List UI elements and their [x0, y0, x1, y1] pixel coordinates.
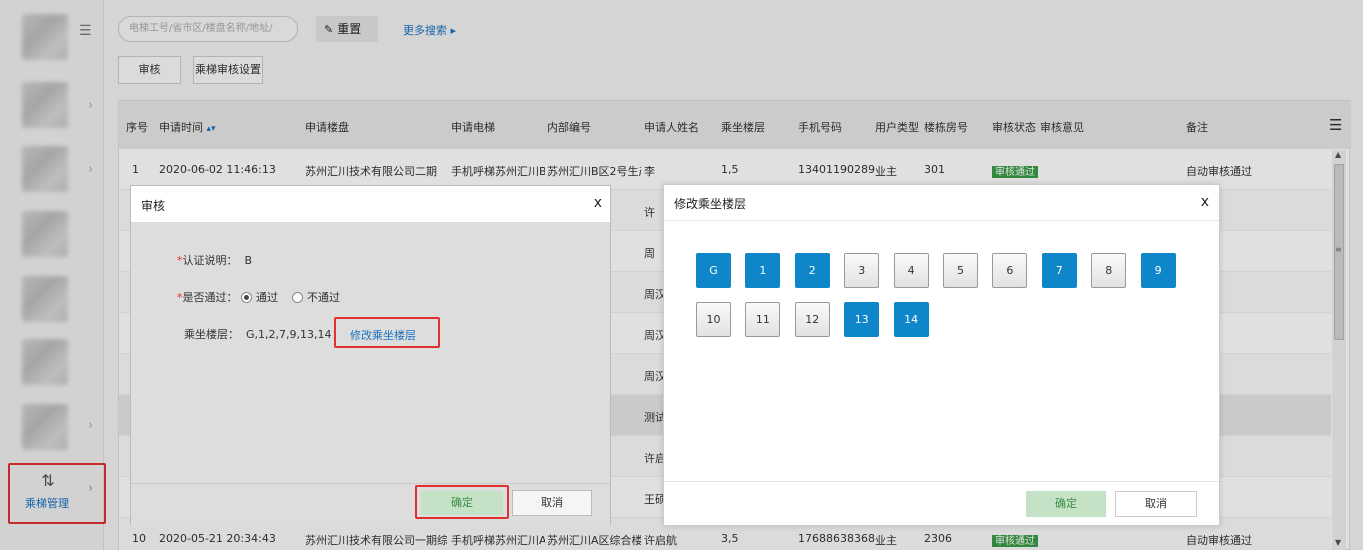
floor-dialog: 修改乘坐楼层 x G 1 2 3 4 5 6 7 8 9 10 11 12 13 14 确定 取消 [663, 184, 1220, 526]
dialog-footer: 确定 取消 [664, 481, 1219, 527]
floor-button[interactable]: 6 [992, 253, 1028, 288]
dialog-header: 修改乘坐楼层 x [664, 185, 1219, 221]
floor-button[interactable]: 1 [745, 253, 781, 288]
auth-value: B [244, 254, 253, 267]
floor-button[interactable]: 12 [794, 302, 830, 337]
edit-floors-link[interactable]: 修改乘坐楼层 [334, 317, 440, 348]
pass-radio[interactable]: 通过 [241, 291, 278, 304]
radio-unchecked-icon [292, 292, 303, 303]
fail-option-label: 不通过 [307, 291, 340, 304]
floors-label: 乘坐楼层： [184, 328, 239, 341]
radio-checked-icon [241, 292, 252, 303]
dialog-title: 修改乘坐楼层 [674, 197, 747, 211]
floor-button[interactable]: G [696, 253, 731, 288]
floors-value: G,1,2,7,9,13,14 [246, 328, 332, 341]
dialog-title: 审核 [141, 199, 166, 213]
floor-button[interactable]: 2 [794, 253, 830, 288]
floor-button[interactable]: 9 [1140, 253, 1176, 288]
ok-button[interactable]: 确定 [421, 491, 503, 515]
floor-button[interactable]: 14 [893, 302, 929, 337]
floor-button[interactable]: 11 [745, 302, 781, 337]
floor-button[interactable]: 5 [943, 253, 978, 288]
floors-field: 乘坐楼层： G,1,2,7,9,13,14 [184, 326, 332, 342]
cancel-button[interactable]: 取消 [1115, 491, 1197, 517]
floor-button[interactable]: 10 [696, 302, 731, 337]
floor-button[interactable]: 3 [844, 253, 880, 288]
auth-field: *认证说明： B [177, 252, 252, 268]
floor-button[interactable]: 7 [1041, 253, 1077, 288]
pass-field: *是否通过： 通过 不通过 [177, 289, 340, 305]
dialog-footer: 确定 取消 [131, 483, 610, 526]
pass-option-label: 通过 [256, 291, 278, 304]
close-icon[interactable]: x [1201, 194, 1209, 210]
floor-button[interactable]: 4 [893, 253, 929, 288]
cancel-button[interactable]: 取消 [512, 490, 592, 516]
dialog-body: *认证说明： B *是否通过： 通过 不通过 乘坐楼层： G,1,2,7,9,1… [131, 223, 610, 483]
close-icon[interactable]: x [594, 195, 602, 211]
ok-button[interactable]: 确定 [1026, 491, 1106, 517]
auth-label: 认证说明： [182, 254, 238, 267]
floor-button[interactable]: 13 [844, 302, 880, 337]
ok-button-highlight: 确定 [415, 485, 509, 519]
dialog-header: 审核 x [131, 186, 610, 223]
edit-floors-label: 修改乘坐楼层 [350, 329, 416, 342]
pass-label: 是否通过： [182, 291, 238, 304]
fail-radio[interactable]: 不通过 [292, 291, 340, 304]
audit-dialog: 审核 x *认证说明： B *是否通过： 通过 不通过 乘坐楼层： G,1,2,… [130, 185, 611, 526]
floor-button[interactable]: 8 [1091, 253, 1127, 288]
